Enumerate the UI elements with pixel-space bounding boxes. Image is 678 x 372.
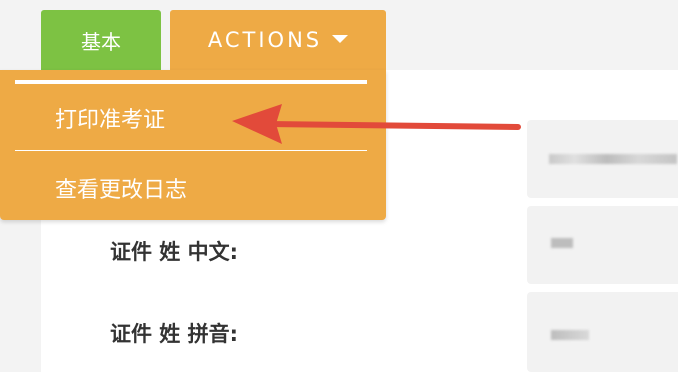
actions-button-label: ACTIONS xyxy=(207,28,323,52)
dropdown-divider xyxy=(15,150,367,151)
tab-basic-label: 基本 xyxy=(81,29,121,54)
tab-basic[interactable]: 基本 xyxy=(41,10,161,70)
blurred-text xyxy=(551,238,573,248)
actions-dropdown-menu: 打印准考证 查看更改日志 xyxy=(0,70,386,220)
field-value-blurred xyxy=(527,120,678,198)
field-label-surname-pinyin: 证件 姓 拼音: xyxy=(110,322,239,346)
actions-dropdown-button[interactable]: ACTIONS xyxy=(170,10,386,70)
blurred-text xyxy=(551,330,589,340)
menu-item-view-change-log[interactable]: 查看更改日志 xyxy=(55,172,187,204)
field-label-surname-chinese: 证件 姓 中文: xyxy=(110,240,239,264)
dropdown-top-divider xyxy=(15,80,367,84)
blurred-text xyxy=(549,154,677,164)
menu-item-print-admission-ticket[interactable]: 打印准考证 xyxy=(55,102,165,134)
field-value-surname-pinyin xyxy=(527,292,678,372)
field-value-surname-chinese xyxy=(527,206,678,284)
caret-down-icon xyxy=(332,35,349,43)
